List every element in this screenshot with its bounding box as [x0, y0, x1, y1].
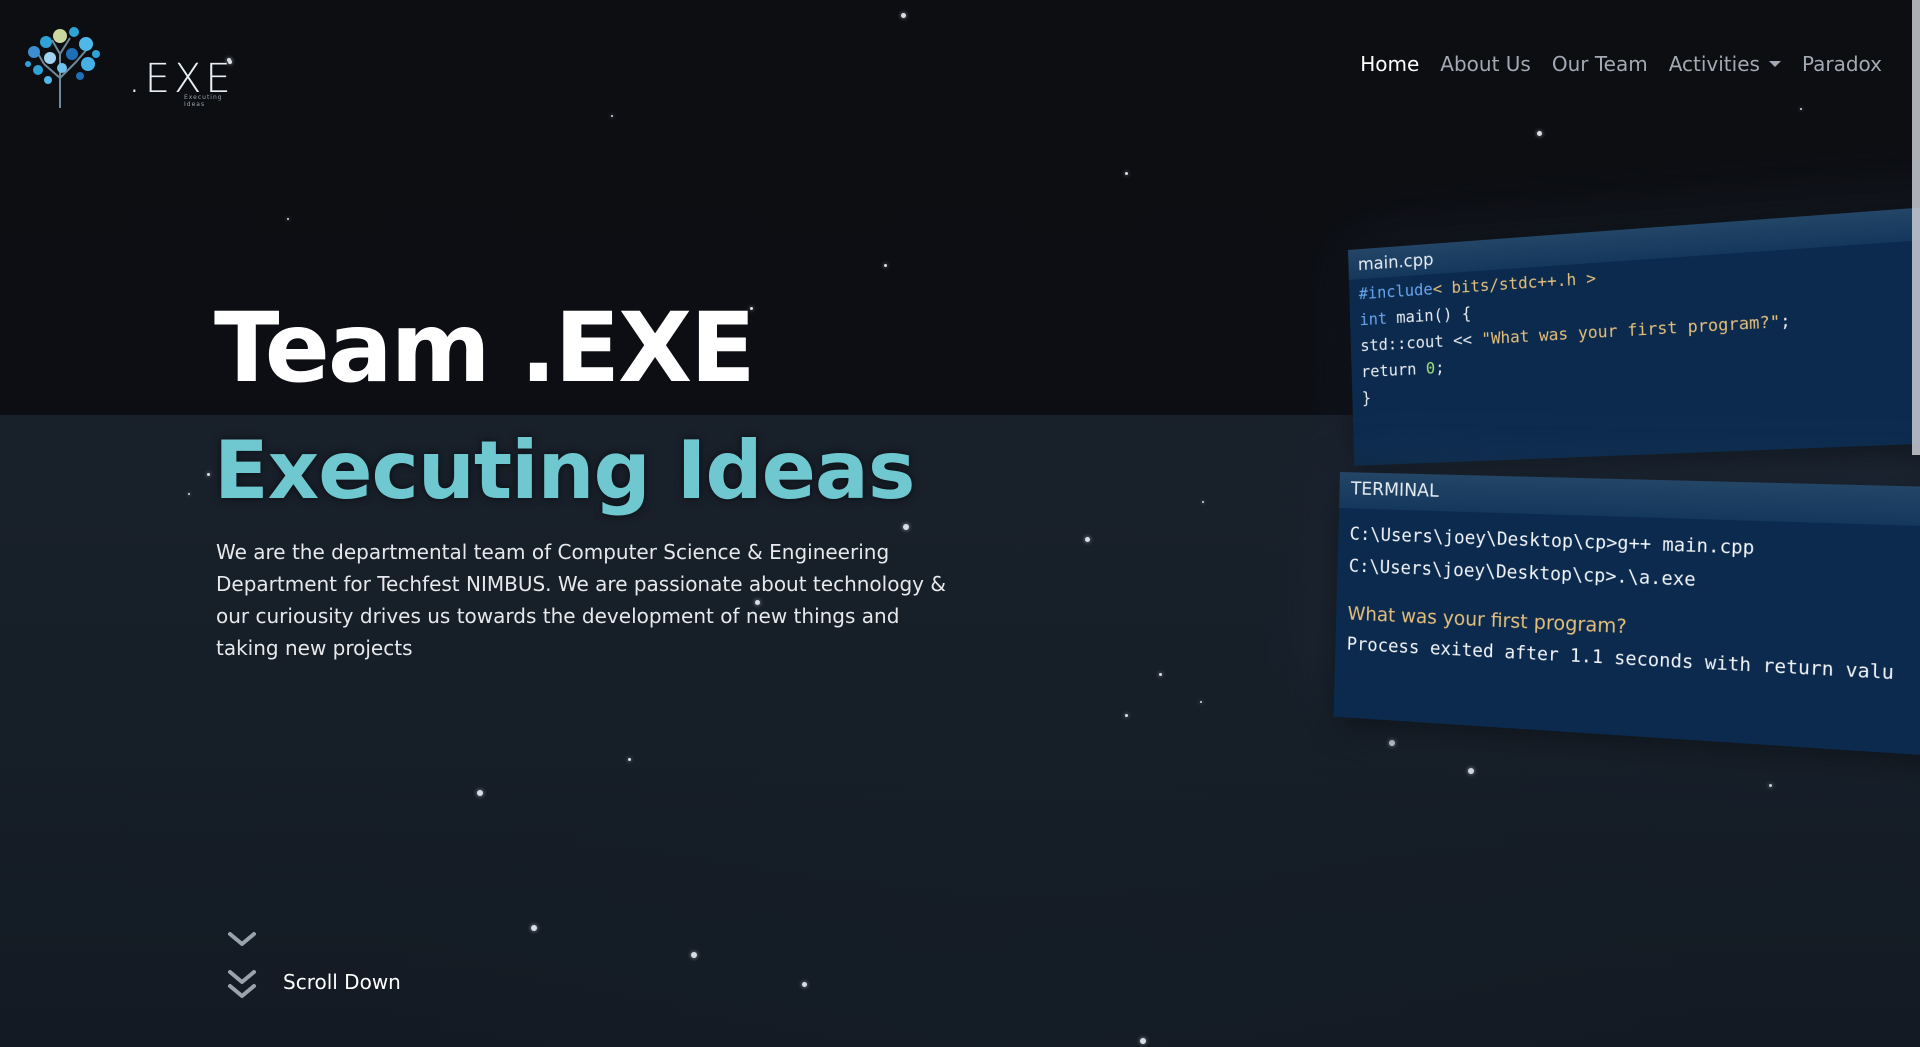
star [1125, 172, 1128, 175]
tree-circuit-logo-icon [24, 18, 128, 110]
star [188, 493, 190, 495]
nav-paradox[interactable]: Paradox [1802, 52, 1882, 76]
code-text: } [1362, 388, 1372, 407]
star [1769, 784, 1772, 787]
chevron-down-icon[interactable] [224, 928, 260, 950]
hero-title: Team .EXE [214, 288, 754, 408]
star [477, 790, 483, 796]
star [1159, 673, 1162, 676]
nav-activities-dropdown[interactable]: Activities [1669, 52, 1781, 76]
code-text: main() { [1387, 303, 1472, 327]
star [628, 758, 631, 761]
scroll-down-link[interactable]: Scroll Down [283, 970, 401, 994]
star [287, 218, 289, 220]
code-text: ; [1435, 358, 1445, 378]
nav-about-us[interactable]: About Us [1440, 52, 1531, 76]
page-scrollbar[interactable] [1912, 0, 1920, 455]
caret-down-icon [1769, 61, 1781, 67]
star [1140, 1038, 1146, 1044]
star [691, 952, 697, 958]
site-logo[interactable]: .EXE Executing Ideas [24, 18, 234, 110]
code-text: ; [1780, 311, 1791, 332]
star [1800, 108, 1802, 110]
code-keyword: #include [1359, 279, 1434, 303]
nav-home[interactable]: Home [1360, 52, 1419, 76]
code-keyword: int [1359, 309, 1387, 330]
code-editor-panel: main.cpp #include< bits/stdc++.h > int ma… [1348, 205, 1920, 465]
star [1125, 714, 1128, 717]
code-illustration: main.cpp #include< bits/stdc++.h > int ma… [1340, 250, 1920, 750]
star [207, 473, 210, 476]
star [531, 925, 537, 931]
star [1085, 537, 1090, 542]
hero-page: .EXE Executing Ideas Home About Us Our T… [0, 0, 1920, 1047]
logo-tagline: Executing Ideas [184, 94, 234, 108]
star [884, 264, 887, 267]
code-text: std::cout << [1360, 329, 1482, 355]
star [901, 13, 906, 18]
star [1537, 131, 1542, 136]
star [1202, 501, 1204, 503]
star [1200, 701, 1202, 703]
nav-our-team[interactable]: Our Team [1552, 52, 1648, 76]
terminal-panel: TERMINAL C:\Users\joey\Desktop\cp>g++ ma… [1334, 472, 1920, 757]
star [611, 115, 613, 117]
hero-subtitle: Executing Ideas [214, 416, 915, 526]
double-chevron-down-icon[interactable] [224, 968, 260, 1006]
star [1468, 768, 1474, 774]
star [227, 58, 231, 62]
hero-description: We are the departmental team of Computer… [216, 536, 956, 664]
code-text: return [1361, 359, 1426, 382]
main-nav: Home About Us Our Team Activities Parado… [1360, 52, 1882, 76]
nav-activities-label: Activities [1669, 52, 1760, 76]
star [802, 982, 807, 987]
